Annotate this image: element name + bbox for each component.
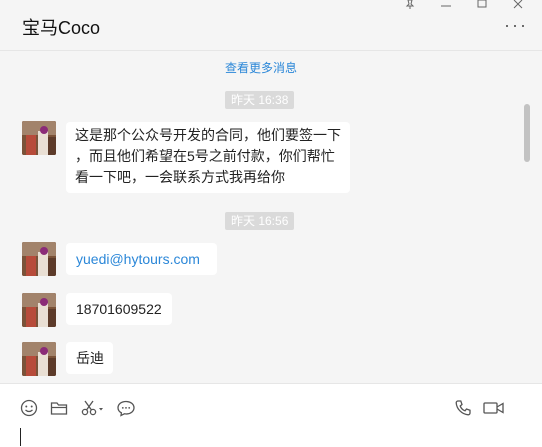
more-icon[interactable]: ··· <box>504 16 528 34</box>
maximize-icon[interactable] <box>476 0 488 9</box>
close-icon[interactable] <box>512 0 524 9</box>
name-message: 岳迪 <box>66 342 113 374</box>
message-line: 看一下吧，一会联系方式我再给你 <box>75 169 285 185</box>
window-controls <box>404 0 524 9</box>
contact-name: 宝马Coco <box>22 18 101 38</box>
chat-header: 宝马Coco ··· <box>0 0 542 51</box>
message-line: 这是那个公众号开发的合同，他们要签一下 <box>75 127 341 143</box>
composer <box>0 383 542 447</box>
emoji-icon[interactable] <box>19 398 41 418</box>
avatar[interactable] <box>22 121 56 155</box>
scrollbar-thumb[interactable] <box>524 104 530 162</box>
phone-icon[interactable] <box>453 398 475 418</box>
message-bubble: 这是那个公众号开发的合同，他们要签一下 ，而且他们希望在5号之前付款，你们帮忙 … <box>66 122 350 193</box>
message-line: ，而且他们希望在5号之前付款，你们帮忙 <box>75 148 335 164</box>
chat-bubble-icon[interactable] <box>116 398 138 418</box>
phone-message: 18701609522 <box>66 293 172 325</box>
timestamp: 昨天 16:38 <box>225 91 295 109</box>
minimize-icon[interactable] <box>440 0 452 9</box>
avatar[interactable] <box>22 342 56 376</box>
text-input-caret[interactable] <box>20 428 21 446</box>
video-icon[interactable] <box>482 398 506 418</box>
view-more-messages-link[interactable]: 查看更多消息 <box>0 59 522 76</box>
scissors-icon[interactable] <box>80 398 106 418</box>
timestamp: 昨天 16:56 <box>225 212 295 230</box>
message-list[interactable]: 查看更多消息 昨天 16:38 这是那个公众号开发的合同，他们要签一下 ，而且他… <box>0 51 542 383</box>
email-message[interactable]: yuedi@hytours.com <box>66 243 217 275</box>
pin-icon[interactable] <box>404 0 416 9</box>
avatar[interactable] <box>22 242 56 276</box>
avatar[interactable] <box>22 293 56 327</box>
folder-icon[interactable] <box>49 398 71 418</box>
